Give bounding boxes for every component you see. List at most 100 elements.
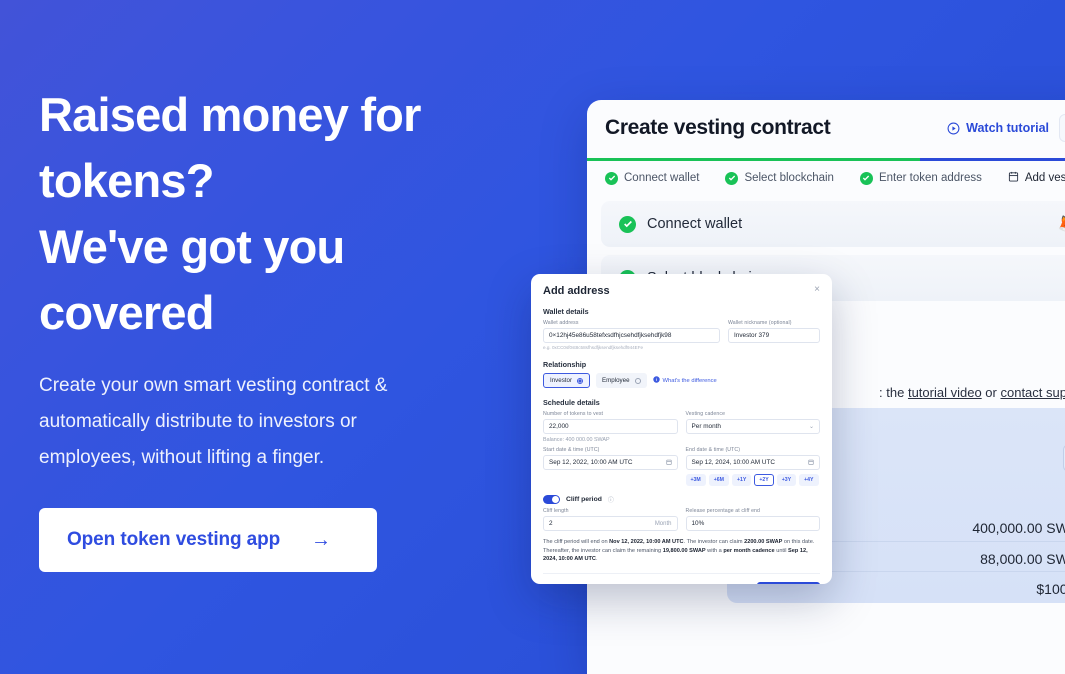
help-middle: or bbox=[981, 385, 1001, 400]
cta-label: Open token vesting app bbox=[67, 529, 281, 550]
info-circle-icon[interactable]: ⓘ bbox=[608, 495, 614, 504]
close-icon[interactable]: × bbox=[814, 285, 820, 295]
accordion-connect-wallet[interactable]: Connect wallet 🦊 bbox=[601, 201, 1065, 247]
step-connect-wallet[interactable]: Connect wallet bbox=[605, 171, 700, 185]
card-header: Create vesting contract Watch tutorial bbox=[587, 100, 1065, 152]
accordion-label: Connect wallet bbox=[647, 216, 743, 232]
info-circle-icon bbox=[652, 376, 660, 385]
end-date-value: Sep 12, 2024, 10:00 AM UTC bbox=[691, 459, 775, 466]
radio-icon bbox=[577, 377, 584, 384]
cadence-value: Per month bbox=[691, 423, 721, 430]
wallet-address-group: Wallet address 0×12hj45e86u58tefxsdfhjcs… bbox=[543, 320, 720, 350]
calendar-icon bbox=[1008, 171, 1019, 185]
duration-chip-2y[interactable]: +2Y bbox=[754, 474, 774, 486]
step-label: Add vesting details bbox=[1024, 172, 1065, 184]
hero-section: Raised money for tokens? We've got you c… bbox=[39, 82, 519, 572]
relationship-option-employee[interactable]: Employee bbox=[596, 373, 647, 388]
save-button[interactable] bbox=[1059, 114, 1065, 142]
modal-footer: Cancel Add address bbox=[543, 572, 820, 584]
balance-text: Balance: 400 000.00 SWAP bbox=[543, 437, 610, 443]
cadence-select[interactable]: Per month ⌄ bbox=[685, 419, 820, 434]
metamask-fox-icon: 🦊 bbox=[1058, 216, 1065, 233]
duration-chip-4y[interactable]: +4Y bbox=[799, 474, 819, 486]
help-prefix: : the bbox=[879, 385, 908, 400]
summary-value: 400,000.00 SWAP bbox=[972, 520, 1065, 536]
play-circle-icon bbox=[947, 122, 960, 135]
page-root: Raised money for tokens? We've got you c… bbox=[0, 0, 1065, 674]
relationship-options: Investor Employee What's the difference bbox=[543, 373, 820, 388]
cadence-label: Vesting cadence bbox=[685, 411, 726, 417]
duration-chip-3y[interactable]: +3Y bbox=[776, 474, 797, 486]
open-token-vesting-app-button[interactable]: Open token vesting app → bbox=[39, 508, 377, 572]
chevron-down-icon: ⌄ bbox=[808, 424, 814, 430]
tokens-group: Number of tokens to vest 22,000 Balance:… bbox=[543, 411, 678, 443]
duration-chip-1y[interactable]: +1Y bbox=[732, 474, 752, 486]
wallet-address-label: Wallet address bbox=[543, 320, 579, 326]
watch-tutorial-label: Watch tutorial bbox=[966, 121, 1049, 135]
duration-chip-6m[interactable]: +6M bbox=[708, 474, 729, 486]
step-progress-bar bbox=[587, 158, 1065, 161]
step-add-vesting-details[interactable]: Add vesting details bbox=[1008, 171, 1065, 185]
start-date-label: Start date & time (UTC) bbox=[543, 447, 600, 453]
check-circle-icon bbox=[725, 171, 739, 185]
radio-icon bbox=[634, 377, 641, 384]
progress-current bbox=[919, 158, 1065, 161]
modal-title: Add address bbox=[543, 285, 610, 297]
step-label: Enter token address bbox=[878, 172, 982, 184]
cancel-button[interactable]: Cancel bbox=[543, 583, 584, 584]
schedule-grid-2: Start date & time (UTC) Sep 12, 2022, 10… bbox=[543, 447, 820, 486]
step-label: Connect wallet bbox=[624, 172, 700, 184]
cliff-length-value: 2 bbox=[549, 520, 553, 527]
cliff-period-toggle[interactable] bbox=[543, 495, 560, 504]
whats-the-difference-label: What's the difference bbox=[662, 377, 717, 384]
end-date-label: End date & time (UTC) bbox=[685, 447, 741, 453]
employee-label: Employee bbox=[602, 377, 630, 384]
release-percentage-input[interactable]: 10% bbox=[685, 516, 820, 531]
summary-value: 88,000.00 SWAP bbox=[980, 551, 1065, 567]
summary-value: $100.00 bbox=[1036, 581, 1065, 597]
modal-header: Add address × bbox=[543, 285, 820, 298]
cadence-group: Vesting cadence Per month ⌄ bbox=[685, 411, 820, 443]
cliff-period-label: Cliff period bbox=[566, 496, 602, 503]
cliff-explanation-note: The cliff period will end on Nov 12, 202… bbox=[543, 539, 815, 563]
release-percentage-group: Release percentage at cliff end 10% bbox=[685, 508, 820, 531]
cliff-length-unit: Month bbox=[654, 520, 672, 527]
wallet-details-grid: Wallet address 0×12hj45e86u58tefxsdfhjcs… bbox=[543, 320, 820, 350]
schedule-details-heading: Schedule details bbox=[543, 398, 600, 407]
duration-chips: +3M +6M +1Y +2Y +3Y +4Y bbox=[685, 474, 821, 486]
end-date-input[interactable]: Sep 12, 2024, 10:00 AM UTC bbox=[685, 455, 820, 470]
end-date-group: End date & time (UTC) Sep 12, 2024, 10:0… bbox=[685, 447, 821, 486]
whats-the-difference-link[interactable]: What's the difference bbox=[652, 376, 717, 385]
wallet-address-input[interactable]: 0×12hj45e86u58tefxsdfhjcsehdfjksehdfjk98 bbox=[543, 328, 720, 343]
check-circle-icon bbox=[859, 171, 873, 185]
step-enter-token-address[interactable]: Enter token address bbox=[859, 171, 982, 185]
cliff-length-input[interactable]: 2 Month bbox=[543, 516, 678, 531]
duration-chip-3m[interactable]: +3M bbox=[685, 474, 706, 486]
calendar-icon bbox=[665, 459, 672, 467]
hero-subtext: Create your own smart vesting contract &… bbox=[39, 375, 388, 468]
schedule-grid-1: Number of tokens to vest 22,000 Balance:… bbox=[543, 411, 820, 443]
relationship-option-investor[interactable]: Investor bbox=[543, 373, 591, 388]
wallet-nickname-label: Wallet nickname (optional) bbox=[728, 320, 792, 326]
start-date-input[interactable]: Sep 12, 2022, 10:00 AM UTC bbox=[543, 455, 678, 470]
add-address-button[interactable]: Add address bbox=[757, 581, 820, 584]
progress-complete bbox=[587, 158, 920, 161]
step-label: Select blockchain bbox=[744, 172, 834, 184]
start-date-group: Start date & time (UTC) Sep 12, 2022, 10… bbox=[543, 447, 678, 486]
contact-support-link[interactable]: contact support bbox=[1000, 385, 1065, 400]
cliff-length-group: Cliff length 2 Month bbox=[543, 508, 678, 531]
watch-tutorial-button[interactable]: Watch tutorial bbox=[947, 121, 1049, 135]
wallet-nickname-input[interactable]: Investor 379 bbox=[728, 328, 820, 343]
wallet-details-heading: Wallet details bbox=[543, 307, 589, 316]
stepper: Connect wallet Select blockchain Enter t… bbox=[587, 161, 1065, 193]
tutorial-video-link[interactable]: tutorial video bbox=[908, 385, 982, 400]
tokens-input[interactable]: 22,000 bbox=[543, 419, 678, 434]
page-title: Raised money for tokens? We've got you c… bbox=[39, 88, 421, 339]
check-circle-icon bbox=[619, 215, 636, 233]
wallet-nickname-group: Wallet nickname (optional) Investor 379 bbox=[728, 320, 820, 350]
card-header-actions: Watch tutorial bbox=[947, 114, 1065, 142]
step-select-blockchain[interactable]: Select blockchain bbox=[725, 171, 834, 185]
release-percentage-label: Release percentage at cliff end bbox=[685, 508, 761, 514]
calendar-icon bbox=[808, 459, 814, 467]
cliff-period-toggle-row: Cliff period ⓘ bbox=[543, 495, 820, 504]
